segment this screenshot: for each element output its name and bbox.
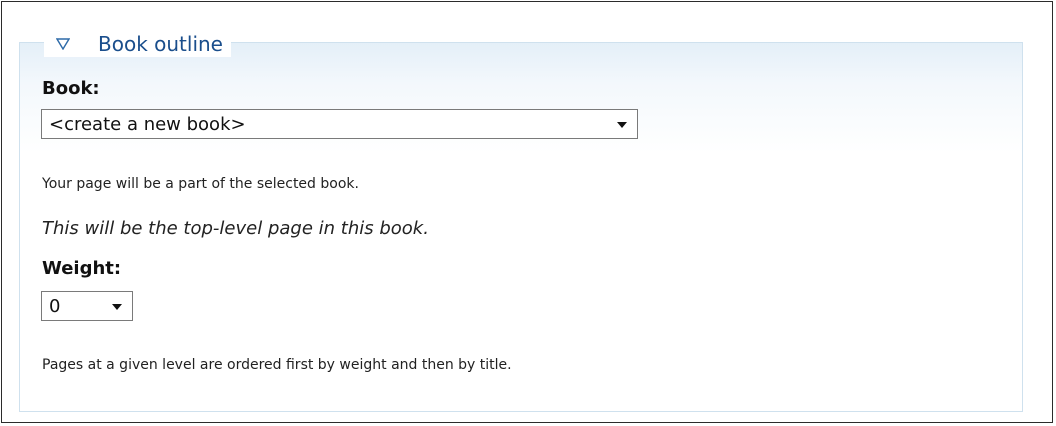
- chevron-down-icon: [110, 301, 124, 313]
- book-label: Book:: [42, 78, 100, 99]
- collapse-triangle-icon: [54, 35, 72, 53]
- book-select-value: <create a new book>: [49, 113, 246, 135]
- chevron-down-icon: [615, 119, 629, 131]
- weight-select[interactable]: 0: [41, 291, 133, 321]
- weight-description: Pages at a given level are ordered first…: [42, 357, 512, 373]
- weight-label: Weight:: [42, 258, 122, 279]
- book-outline-legend-label: Book outline: [98, 32, 223, 56]
- book-top-level-note: This will be the top-level page in this …: [42, 218, 429, 239]
- weight-select-value: 0: [49, 295, 61, 317]
- book-select[interactable]: <create a new book>: [41, 109, 638, 139]
- book-description: Your page will be a part of the selected…: [42, 176, 359, 192]
- screenshot-frame: Book outline Book: <create a new book> Y…: [1, 1, 1053, 423]
- book-outline-legend-toggle[interactable]: Book outline: [44, 31, 231, 57]
